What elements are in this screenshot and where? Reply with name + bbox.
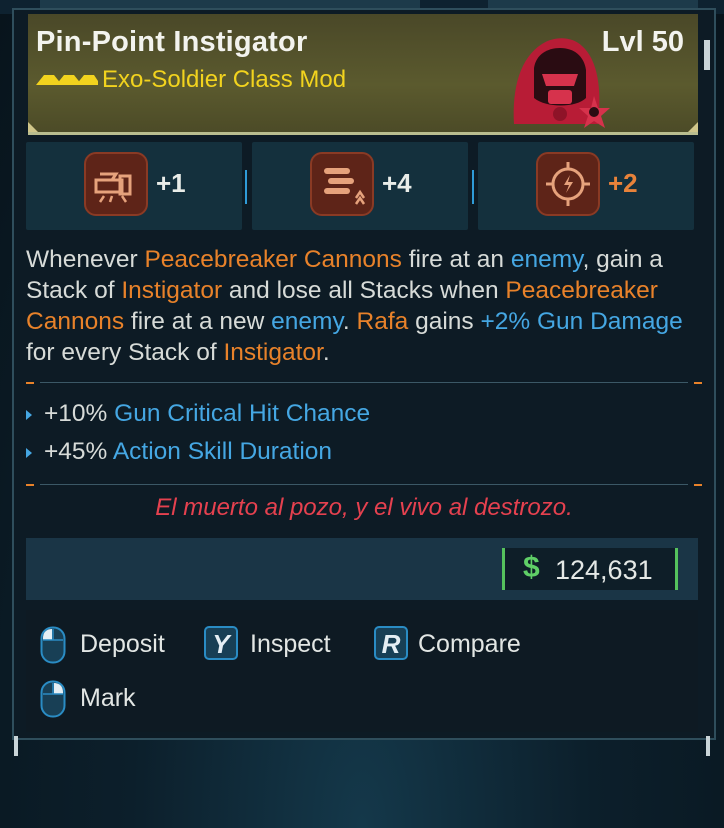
item-type: Exo-Soldier Class Mod <box>102 66 347 93</box>
scrollbar-handle[interactable] <box>704 40 710 70</box>
skill-separator <box>472 170 474 204</box>
stat-name: Action Skill Duration <box>112 438 333 465</box>
flavor-text: El muerto al pozo, y el vivo al destrozo… <box>155 494 573 521</box>
keyword-highlight: Peacebreaker Cannons <box>144 246 402 273</box>
keyword-highlight: enemy <box>510 246 583 273</box>
crosshair-icon <box>536 152 600 216</box>
cannon-icon <box>84 152 148 216</box>
price-bar: $ 124,631 <box>26 538 698 600</box>
action-label: Compare <box>418 630 521 658</box>
price-display: $ 124,631 <box>502 548 678 590</box>
action-label: Inspect <box>250 630 331 658</box>
mark-action[interactable]: Mark <box>40 678 170 718</box>
item-header: Pin-Point Instigator Lvl 50 Exo-Soldier … <box>28 14 698 135</box>
skill-bonus-card[interactable]: +1 <box>26 142 242 230</box>
item-description: Whenever Peacebreaker Cannons fire at an… <box>26 246 683 366</box>
inspect-action[interactable]: Y Inspect <box>204 624 354 664</box>
header-corner-right <box>688 122 698 132</box>
skill-bonus-card[interactable]: +2 <box>478 142 694 230</box>
hooded-soldier-icon <box>506 28 616 136</box>
skill-separator <box>245 170 247 204</box>
keyword-highlight: enemy <box>271 308 343 335</box>
frame-edge-marker <box>14 736 18 756</box>
keyword-highlight: Rafa <box>356 308 409 335</box>
skill-bonus-value: +4 <box>382 168 412 198</box>
bullet-arrow-icon <box>26 410 32 420</box>
bullet-arrow-icon <box>26 448 32 458</box>
skill-bonus-value: +2 <box>608 168 638 198</box>
r-key-icon: R <box>374 626 408 660</box>
keyword-highlight: Instigator <box>223 339 323 366</box>
mouse-icon <box>40 680 66 722</box>
stat-name: Gun Critical Hit Chance <box>114 400 371 427</box>
keyword-highlight: Instigator <box>121 277 223 304</box>
deposit-action[interactable]: Deposit <box>40 624 190 664</box>
y-key-icon: Y <box>204 626 238 660</box>
stat-value: +45% <box>44 438 108 465</box>
section-divider <box>26 373 702 393</box>
price-value: 124,631 <box>555 555 653 585</box>
mouse-icon <box>40 626 66 668</box>
rarity-icon <box>36 72 98 91</box>
section-divider <box>26 475 702 495</box>
skill-bonus-card[interactable]: +4 <box>252 142 468 230</box>
action-label: Mark <box>80 684 136 712</box>
skill-bonus-value: +1 <box>156 168 186 198</box>
stat-value: +10% <box>44 400 108 427</box>
action-label: Deposit <box>80 630 165 658</box>
compare-action[interactable]: R Compare <box>374 624 544 664</box>
action-prompts: Deposit Y Inspect R Compare Mark <box>26 610 698 732</box>
skill-bonuses: +1 +4 +2 <box>26 142 698 232</box>
keyword-highlight: +2% Gun Damage <box>480 308 683 335</box>
header-corner-left <box>28 122 38 132</box>
dollar-icon: $ <box>523 551 540 584</box>
bullets-icon <box>310 152 374 216</box>
frame-edge-marker <box>706 736 710 756</box>
item-name: Pin-Point Instigator <box>36 26 308 58</box>
